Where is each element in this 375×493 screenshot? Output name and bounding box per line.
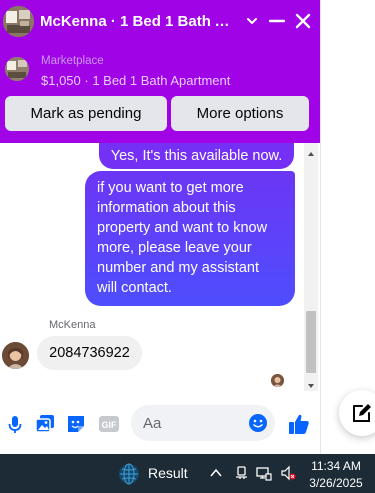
- incoming-message[interactable]: 2084736922: [37, 336, 142, 370]
- message-text: if you want to get more information abou…: [97, 180, 268, 296]
- gif-icon[interactable]: GIF: [98, 413, 120, 435]
- network-icon[interactable]: [234, 465, 250, 481]
- sticker-icon[interactable]: [65, 413, 87, 435]
- clock-time: 11:34 AM: [311, 459, 361, 473]
- minimize-icon[interactable]: [241, 10, 263, 32]
- outgoing-message[interactable]: Yes, It's this available now.: [99, 143, 294, 169]
- weather-widget[interactable]: Result: [116, 460, 196, 488]
- listing-summary[interactable]: $1,050 · 1 Bed 1 Bath Apartment: [41, 73, 230, 88]
- svg-text:GIF: GIF: [102, 420, 118, 430]
- scrollbar-thumb[interactable]: [306, 311, 316, 373]
- clock-date: 3/26/2025: [309, 476, 363, 490]
- close-icon[interactable]: [292, 10, 314, 32]
- seen-indicator-avatar: [271, 374, 284, 387]
- dash-icon[interactable]: [266, 10, 288, 32]
- scroll-up-icon[interactable]: [304, 146, 318, 156]
- scroll-down-icon[interactable]: [304, 378, 318, 388]
- sender-avatar[interactable]: [2, 342, 29, 369]
- message-thread: Yes, It's this available now. if you wan…: [0, 143, 320, 393]
- more-options-button[interactable]: More options: [171, 96, 309, 131]
- message-text: 2084736922: [49, 345, 130, 361]
- marketplace-label: Marketplace: [41, 55, 104, 67]
- world-icon: [119, 463, 139, 485]
- system-clock[interactable]: 11:34 AM 3/26/2025: [300, 458, 372, 491]
- chevron-up-icon[interactable]: [208, 465, 224, 481]
- thumbs-up-icon[interactable]: [287, 412, 311, 436]
- emoji-icon[interactable]: [248, 413, 268, 433]
- photo-icon[interactable]: [34, 413, 56, 435]
- sender-name: McKenna: [49, 319, 96, 331]
- windows-taskbar: Result 11:34 AM 3/26/2025: [0, 454, 375, 493]
- microphone-icon[interactable]: [4, 413, 26, 435]
- weather-label: Result: [148, 465, 188, 481]
- chat-window: McKenna · 1 Bed 1 Bath Ap... Marketplace…: [0, 0, 321, 454]
- new-message-button[interactable]: [339, 390, 375, 436]
- listing-thumbnail[interactable]: [5, 57, 29, 81]
- more-options-label: More options: [196, 105, 284, 122]
- chat-title[interactable]: McKenna · 1 Bed 1 Bath Ap...: [40, 13, 236, 30]
- outgoing-message[interactable]: if you want to get more information abou…: [85, 171, 295, 306]
- listing-avatar[interactable]: [3, 6, 34, 37]
- compose-icon: [353, 404, 371, 422]
- chat-header: McKenna · 1 Bed 1 Bath Ap... Marketplace…: [0, 0, 320, 143]
- scrollbar[interactable]: [304, 143, 318, 391]
- mark-as-pending-button[interactable]: Mark as pending: [5, 96, 167, 131]
- message-text: Yes, It's this available now.: [110, 148, 283, 164]
- volume-muted-icon[interactable]: [280, 465, 296, 481]
- mark-as-pending-label: Mark as pending: [30, 105, 142, 122]
- message-composer: GIF: [0, 393, 320, 454]
- wifi-icon[interactable]: [256, 465, 272, 481]
